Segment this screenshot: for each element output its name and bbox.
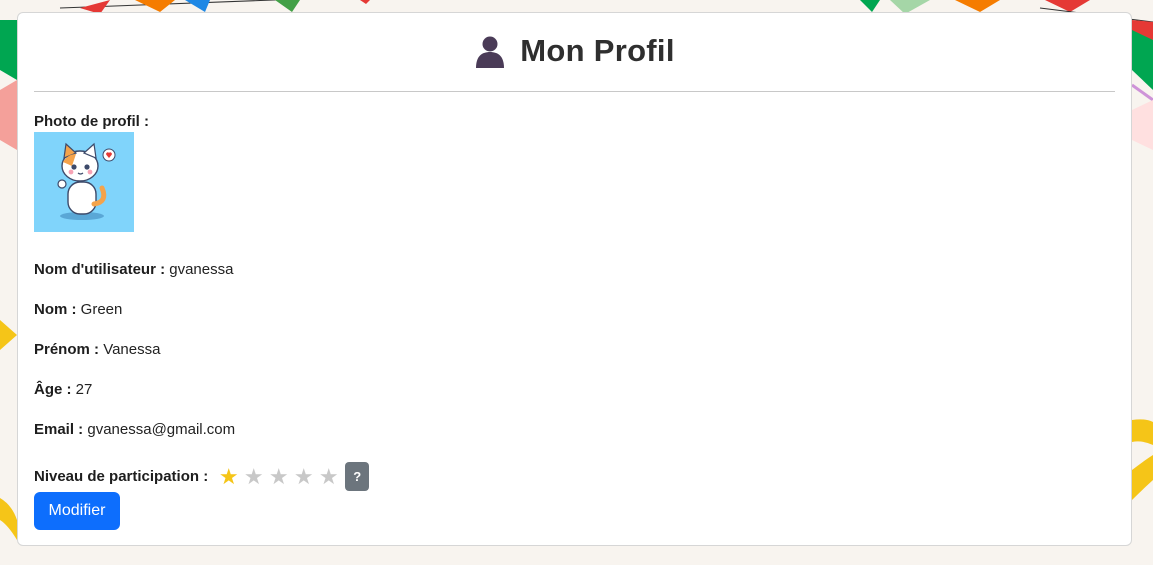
page-title: Mon Profil [520,33,675,68]
firstname-label: Prénom : [34,341,100,358]
photo-label: Photo de profil : [34,113,149,130]
help-button[interactable]: ? [345,462,370,491]
edit-button[interactable]: Modifier [34,492,120,530]
age-row: Âge : 27 [34,381,92,398]
lastname-label: Nom : [34,301,77,318]
firstname-value: Vanessa [103,341,161,358]
email-row: Email : gvanessa@gmail.com [34,421,235,438]
age-value: 27 [75,381,93,398]
username-label: Nom d'utilisateur : [34,261,166,278]
email-value: gvanessa@gmail.com [87,421,236,438]
firstname-row: Prénom : Vanessa [34,341,160,358]
star-empty-icon: ★ [293,463,314,489]
username-value: gvanessa [169,261,234,278]
page-header: Mon Profil [18,31,1131,71]
lastname-row: Nom : Green [34,301,122,318]
avatar [34,132,134,232]
user-silhouette-icon [476,36,505,68]
username-row: Nom d'utilisateur : gvanessa [34,261,233,278]
star-empty-icon: ★ [268,463,289,489]
star-filled-icon: ★ [218,463,239,489]
participation-level-label: Niveau de participation : [34,468,209,485]
age-label: Âge : [34,381,72,398]
photo-label-text: Photo de profil : [34,113,149,130]
participation-level-row: Niveau de participation : ★ ★ ★ ★ ★ ? [34,462,370,491]
email-label: Email : [34,421,84,438]
star-empty-icon: ★ [243,463,264,489]
star-empty-icon: ★ [318,463,339,489]
header-divider [34,91,1115,92]
profile-card: Mon Profil Photo de profil : Nom d'utili… [17,12,1132,546]
lastname-value: Green [80,301,123,318]
participation-stars: ★ ★ ★ ★ ★ [216,463,341,489]
